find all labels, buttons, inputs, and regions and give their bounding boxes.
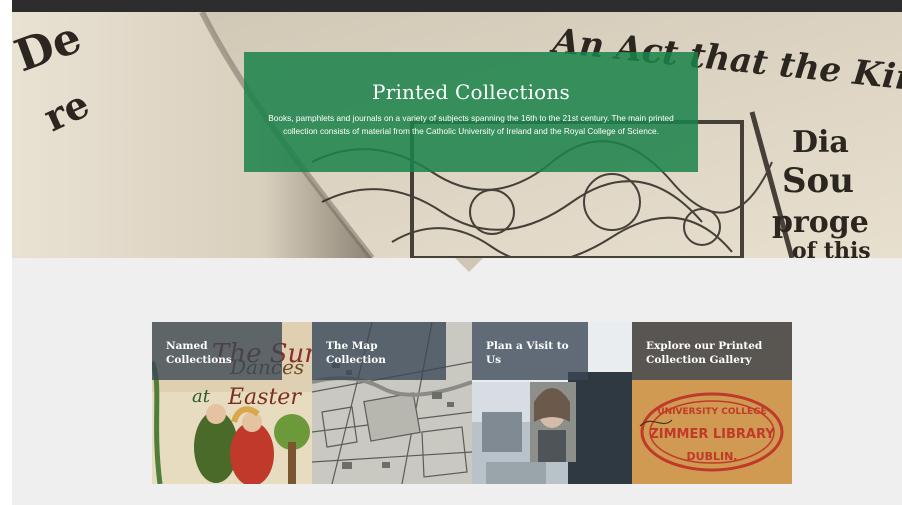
tile-named-collections[interactable]: The Sun Dances at Easter Named Collectio… (152, 322, 312, 484)
stamp-text-3: DUBLIN. (687, 450, 738, 463)
hero-caption-box: Printed Collections Books, pamphlets and… (244, 52, 698, 172)
hero-description: Books, pamphlets and journals on a varie… (268, 113, 674, 136)
page-title: Printed Collections (372, 80, 570, 104)
hero-banner: An Act that the Kin Dia Sou proge of thi… (12, 12, 902, 258)
hero-pointer-arrow (455, 258, 483, 272)
hero-bg-text-4: of this (792, 238, 871, 258)
collection-tiles: The Sun Dances at Easter Named Collectio… (152, 322, 792, 484)
tile-map-collection[interactable]: The Map Collection (312, 322, 472, 484)
tile-label-named-collections: Named Collections (152, 322, 282, 380)
hero-bg-text-2: Sou (782, 161, 854, 201)
tile-label-plan-visit: Plan a Visit to Us (472, 322, 588, 380)
tile-plan-visit[interactable]: Plan a Visit to Us (472, 322, 632, 484)
tile-printed-gallery[interactable]: UNIVERSITY COLLEGE ZIMMER LIBRARY DUBLIN… (632, 322, 792, 484)
hero-bg-text-3: proge (772, 205, 869, 240)
top-bar (12, 0, 902, 12)
hero-bg-text-1: Dia (792, 125, 849, 160)
tile-label-printed-gallery: Explore our Printed Collection Gallery (632, 322, 792, 380)
named-image-text-3: at (192, 386, 211, 407)
stamp-text-1: UNIVERSITY COLLEGE (657, 407, 766, 417)
stamp-text-2: ZIMMER LIBRARY (649, 427, 775, 442)
named-image-text-4: Easter (227, 385, 302, 410)
tile-label-map-collection: The Map Collection (312, 322, 446, 380)
